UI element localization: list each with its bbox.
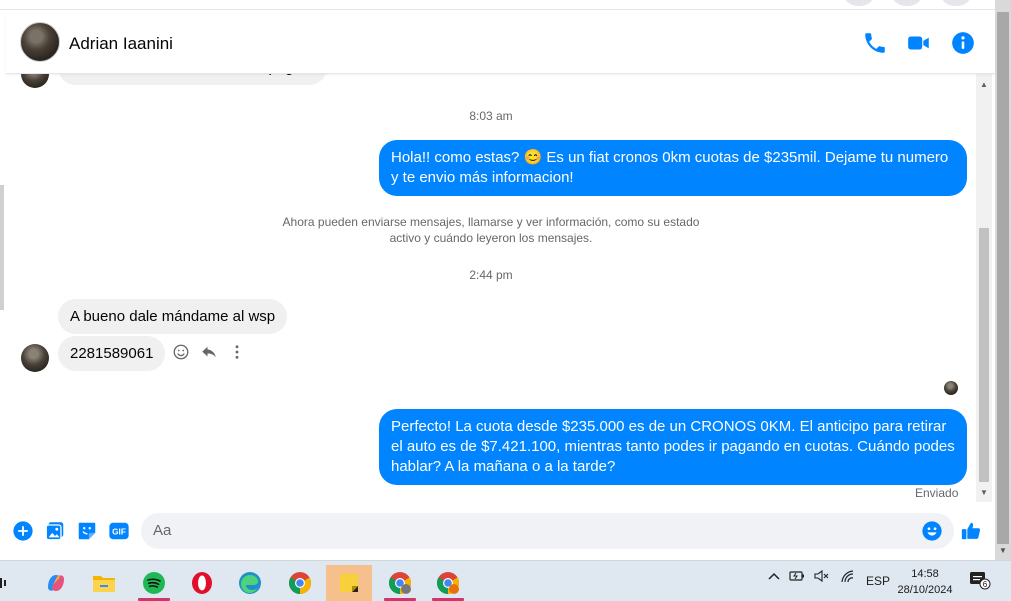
contact-avatar-small[interactable] [21,74,49,88]
system-clock[interactable]: 14:58 28/10/2024 [894,566,956,598]
incoming-message[interactable]: Buenas, como seria el auto a pagar? [58,74,328,85]
phone-icon[interactable] [862,30,888,56]
emoji-icon[interactable] [921,520,943,542]
reply-icon[interactable] [199,342,219,362]
info-icon[interactable] [950,30,976,56]
gif-icon[interactable]: GIF [108,520,130,542]
contact-avatar[interactable] [20,22,60,62]
window-scrollbar[interactable]: ▼ [995,0,1011,560]
conversation-header: Adrian Iaanini [6,12,995,74]
scroll-thumb[interactable] [979,228,989,482]
top-strip [0,0,995,10]
copilot-icon[interactable] [36,565,76,601]
edge-icon[interactable] [230,565,270,601]
window-scroll-down-icon[interactable]: ▼ [999,546,1007,555]
sticker-icon[interactable] [76,520,98,542]
plus-icon[interactable] [12,520,34,542]
chat-scrollbar[interactable]: ▲ ▼ [976,74,992,502]
notification-center-icon[interactable]: 6 [969,570,991,593]
incoming-message[interactable]: A bueno dale mándame al wsp [58,299,288,334]
left-edge-divider [0,185,4,310]
chrome-profile-2-icon[interactable] [428,565,468,601]
gif-label: GIF [112,528,126,537]
outgoing-message[interactable]: Hola!! como estas? 😊 Es un fiat cronos 0… [379,140,967,196]
image-icon[interactable] [44,520,66,542]
spotify-icon[interactable] [134,565,174,601]
file-explorer-icon[interactable] [84,565,124,601]
volume-muted-icon[interactable] [814,569,830,586]
messenger-window: Adrian Iaanini Buenas, como seria el aut… [0,0,1011,601]
windows-taskbar: ESP 14:58 28/10/2024 6 [0,560,1011,601]
outgoing-message[interactable]: Perfecto! La cuota desde $235.000 es de … [379,409,967,485]
system-notice: Ahora pueden enviarse mensajes, llamarse… [282,215,700,245]
task-view-icon[interactable] [0,565,18,601]
thumbs-up-icon[interactable] [960,520,984,542]
contact-name[interactable]: Adrian Iaanini [69,34,173,54]
incoming-message[interactable]: 2281589061 [58,336,166,371]
window-scroll-thumb[interactable] [997,12,1009,544]
scroll-down-arrow-icon[interactable]: ▼ [980,488,988,497]
timestamp: 2:44 pm [469,268,513,282]
more-icon[interactable] [227,342,247,362]
read-receipt-avatar [944,381,958,395]
chrome-profile-icon[interactable] [380,565,420,601]
contact-avatar-small[interactable] [21,344,49,372]
react-icon[interactable] [171,342,191,362]
message-composer: GIF [6,505,995,557]
partial-icon [845,0,873,6]
partial-icon [942,0,970,6]
wifi-icon[interactable] [840,569,856,586]
video-camera-icon[interactable] [906,30,932,56]
clock-time: 14:58 [911,568,939,580]
message-actions [171,342,247,362]
timestamp: 8:03 am [469,109,513,123]
opera-icon[interactable] [182,565,222,601]
language-indicator[interactable]: ESP [866,574,890,588]
scroll-up-arrow-icon[interactable]: ▲ [980,80,988,89]
message-input[interactable] [153,522,913,539]
partial-icon [893,0,921,6]
message-input-box[interactable] [141,513,954,549]
battery-icon[interactable] [789,569,805,586]
clock-date: 28/10/2024 [897,584,953,596]
notification-count: 6 [983,580,988,589]
chrome-icon[interactable] [280,565,320,601]
sticky-notes-icon[interactable] [326,565,372,601]
message-list: Buenas, como seria el auto a pagar? 8:03… [6,74,976,504]
message-status: Enviado [915,486,959,500]
chevron-up-icon[interactable] [767,569,781,586]
